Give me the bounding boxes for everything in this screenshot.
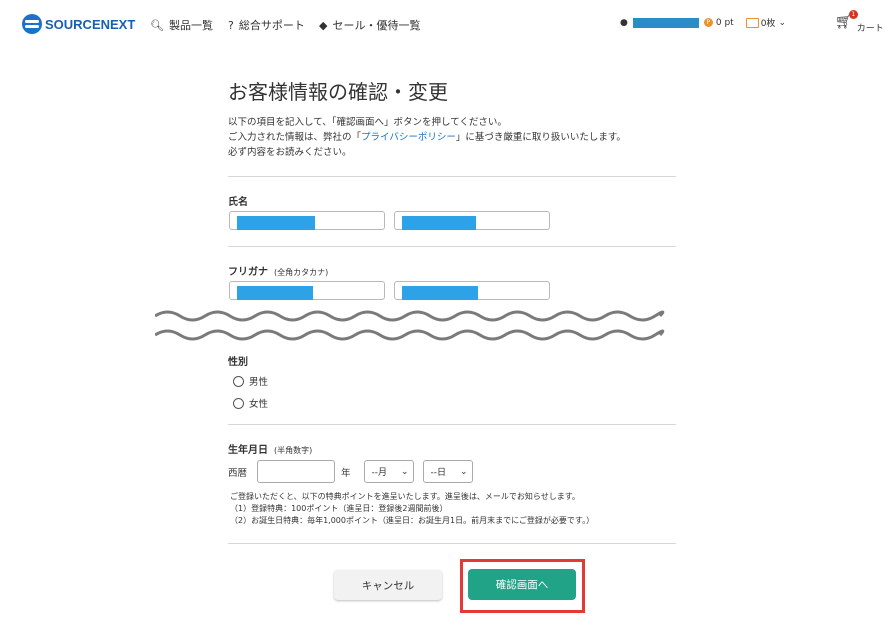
coupon-count: 0枚 <box>760 19 776 29</box>
desc-line-2-post: 」に基づき厳重に取り扱いいたします。 <box>455 132 626 143</box>
birthday-row: 西暦 年 --月 ⌄ --日 ⌄ <box>228 460 473 483</box>
note-line: ご登録いただくと、以下の特典ポイントを進呈いたします。進呈後は、メールでお知らせ… <box>230 492 580 501</box>
kana-label: フリガナ (全角カタカナ) <box>228 263 328 278</box>
birthday-hint: (半角数字) <box>274 446 313 455</box>
gender-option-label: 女性 <box>249 399 269 410</box>
first-name-input[interactable] <box>394 211 550 230</box>
page-title: お客様情報の確認・変更 <box>228 80 448 104</box>
gender-option-label: 男性 <box>249 377 269 388</box>
kana-label-text: フリガナ <box>228 267 268 278</box>
coupon-ticket-icon <box>745 17 759 28</box>
points-value: 0 pt <box>715 17 734 28</box>
divider <box>228 176 676 177</box>
nav-products-label: 製品一覧 <box>168 19 213 32</box>
page-description: 以下の項目を記入して、「確認画面へ」ボタンを押してください。 ご入力された情報は… <box>228 115 626 160</box>
gender-option-male[interactable]: 男性 <box>233 374 268 388</box>
redacted-username <box>632 17 699 28</box>
month-select-value: --月 <box>371 468 388 478</box>
redacted-last-name <box>237 216 315 230</box>
privacy-policy-link[interactable]: プライバシーポリシー <box>361 132 456 143</box>
birth-year-input[interactable] <box>257 460 336 483</box>
desc-line-2: ご入力された情報は、弊社の「プライバシーポリシー」に基づき厳重に取り扱いいたしま… <box>228 130 626 145</box>
last-name-kana-input[interactable] <box>229 281 385 300</box>
user-menu[interactable]: ● P 0 pt 0枚 ⌄ <box>620 16 786 29</box>
highlight-box <box>460 559 585 613</box>
radio-button[interactable] <box>233 397 244 409</box>
redacted-last-name-kana <box>237 286 313 300</box>
desc-line-3: 必ず内容をお読みください。 <box>228 147 352 158</box>
sourcenext-logo[interactable]: SOURCENEXT <box>22 14 135 34</box>
cart-label: カート <box>856 24 884 34</box>
tag-icon: ◆ <box>319 18 328 32</box>
year-unit: 年 <box>341 467 351 479</box>
nav-support[interactable]: ? 総合サポート <box>228 17 305 33</box>
last-name-input[interactable] <box>229 211 385 230</box>
day-select-value: --日 <box>430 468 447 478</box>
divider <box>228 543 676 544</box>
kana-hint: (全角カタカナ) <box>274 268 329 277</box>
name-label: 氏名 <box>228 197 248 208</box>
chevron-down-icon: ⌄ <box>400 466 409 477</box>
bonus-points-note: ご登録いただくと、以下の特典ポイントを進呈いたします。進呈後は、メールでお知らせ… <box>230 491 594 527</box>
radio-button[interactable] <box>233 375 244 387</box>
first-name-kana-input[interactable] <box>394 281 550 300</box>
logo-mark-icon <box>22 14 42 34</box>
nav-support-label: 総合サポート <box>238 19 305 32</box>
gender-option-female[interactable]: 女性 <box>233 396 268 410</box>
logo-text: SOURCENEXT <box>45 16 136 32</box>
era-label: 西暦 <box>228 467 248 479</box>
omission-wave <box>155 310 665 341</box>
chevron-down-icon: ⌄ <box>459 466 468 477</box>
divider <box>228 246 676 247</box>
cart-button[interactable]: 🛒︎ 1 カート <box>835 10 884 34</box>
question-icon: ? <box>228 18 234 32</box>
divider <box>228 424 676 425</box>
cart-badge: 1 <box>848 10 858 19</box>
desc-line-2-pre: ご入力された情報は、弊社の「 <box>228 132 362 143</box>
birth-month-select[interactable]: --月 ⌄ <box>363 460 414 483</box>
points-coin-icon: P <box>703 18 713 27</box>
note-line: （2）お誕生日特典：毎年1,000ポイント（進呈日：お誕生月1日。前月末までにご… <box>230 516 595 525</box>
chevron-down-icon: ⌄ <box>778 17 786 28</box>
birthday-label-text: 生年月日 <box>228 445 268 456</box>
birthday-label: 生年月日 (半角数字) <box>228 441 312 456</box>
nav-products[interactable]: 🔍︎ 製品一覧 <box>150 17 213 33</box>
gender-label: 性別 <box>228 357 248 368</box>
desc-line-1: 以下の項目を記入して、「確認画面へ」ボタンを押してください。 <box>228 117 507 128</box>
birth-day-select[interactable]: --日 ⌄ <box>422 460 473 483</box>
cart-icon: 🛒︎ 1 <box>835 10 858 30</box>
cancel-button[interactable]: キャンセル <box>334 570 442 600</box>
nav-sale-label: セール・優待一覧 <box>332 19 421 32</box>
nav-sale[interactable]: ◆ セール・優待一覧 <box>319 17 420 33</box>
redacted-first-name <box>402 216 476 230</box>
user-icon: ● <box>620 17 628 28</box>
search-icon: 🔍︎ <box>150 18 164 32</box>
redacted-first-name-kana <box>402 286 478 300</box>
note-line: （1）登録特典：100ポイント（進呈日：登録後2週間前後） <box>230 504 448 513</box>
